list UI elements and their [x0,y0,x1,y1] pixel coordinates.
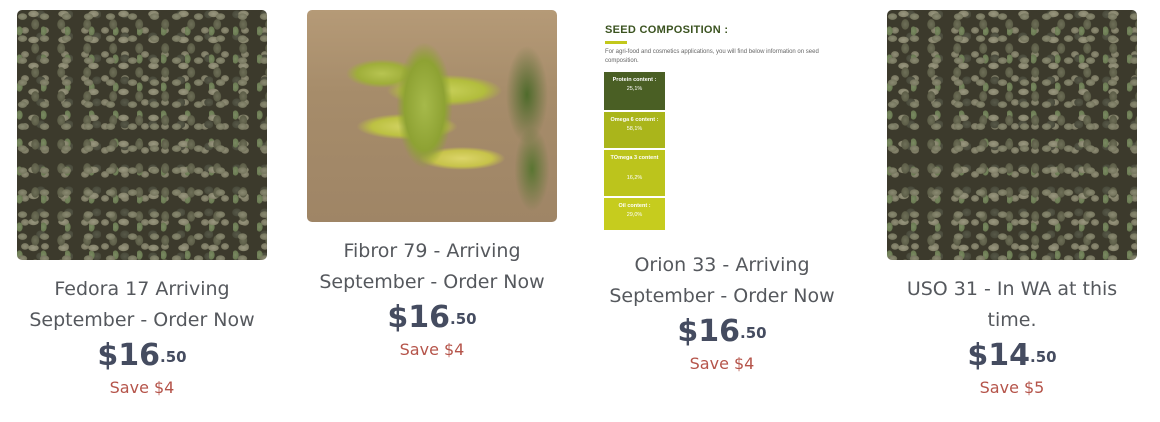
price-cents: .50 [160,348,187,366]
composition-value: 25,1% [626,86,643,92]
save-amount: Save $5 [979,378,1045,397]
composition-accent-bar [605,41,627,44]
composition-value: 58,1% [626,126,643,132]
composition-label: TOmega 3 content [610,155,659,161]
composition-description: For agri-food and cosmetics applications… [605,49,819,64]
composition-oil-box: Oil content : 29,0% [604,198,665,230]
composition-title: SEED COMPOSITION : [605,24,729,36]
price-cents: .50 [450,310,477,328]
price-cents: .50 [1030,348,1057,366]
product-image-seed-composition[interactable]: SEED COMPOSITION : For agri-food and cos… [597,10,847,234]
composition-omega6-box: Omega 6 content : 58,1% [604,112,665,148]
price-cents: .50 [740,324,767,342]
product-image-hemp-seeds[interactable] [887,10,1137,260]
product-price: $16.50 [597,315,847,349]
save-amount: Save $4 [109,378,175,397]
product-card-uso-31[interactable]: USO 31 - In WA at this time. $14.50 Save… [887,10,1137,399]
product-price: $14.50 [887,339,1137,373]
price-dollars: $16 [97,338,161,373]
product-card-fibror-79[interactable]: Fibror 79 - Arriving September - Order N… [307,10,557,361]
price-dollars: $14 [967,338,1031,373]
composition-omega3-box: TOmega 3 content 16,2% [604,150,665,196]
save-amount: Save $4 [399,340,465,359]
composition-label: Protein content : [612,77,657,83]
save-amount: Save $4 [689,354,755,373]
composition-value: 29,0% [626,212,643,218]
product-title[interactable]: USO 31 - In WA at this time. [887,274,1137,336]
price-dollars: $16 [677,314,741,349]
product-title[interactable]: Orion 33 - Arriving September - Order No… [597,250,847,312]
composition-value: 16,2% [626,175,643,181]
product-image-hemp-plant[interactable] [307,10,557,222]
product-price: $16.50 [307,301,557,335]
product-card-orion-33[interactable]: SEED COMPOSITION : For agri-food and cos… [597,10,847,375]
composition-label: Oil content : [618,203,651,209]
product-title[interactable]: Fibror 79 - Arriving September - Order N… [307,236,557,298]
product-price: $16.50 [17,339,267,373]
composition-label: Omega 6 content : [610,117,659,123]
product-grid: Fedora 17 Arriving September - Order Now… [0,0,1160,422]
price-dollars: $16 [387,300,451,335]
composition-protein-box: Protein content : 25,1% [604,72,665,110]
product-card-fedora-17[interactable]: Fedora 17 Arriving September - Order Now… [17,10,267,399]
product-image-hemp-seeds[interactable] [17,10,267,260]
product-title[interactable]: Fedora 17 Arriving September - Order Now [17,274,267,336]
